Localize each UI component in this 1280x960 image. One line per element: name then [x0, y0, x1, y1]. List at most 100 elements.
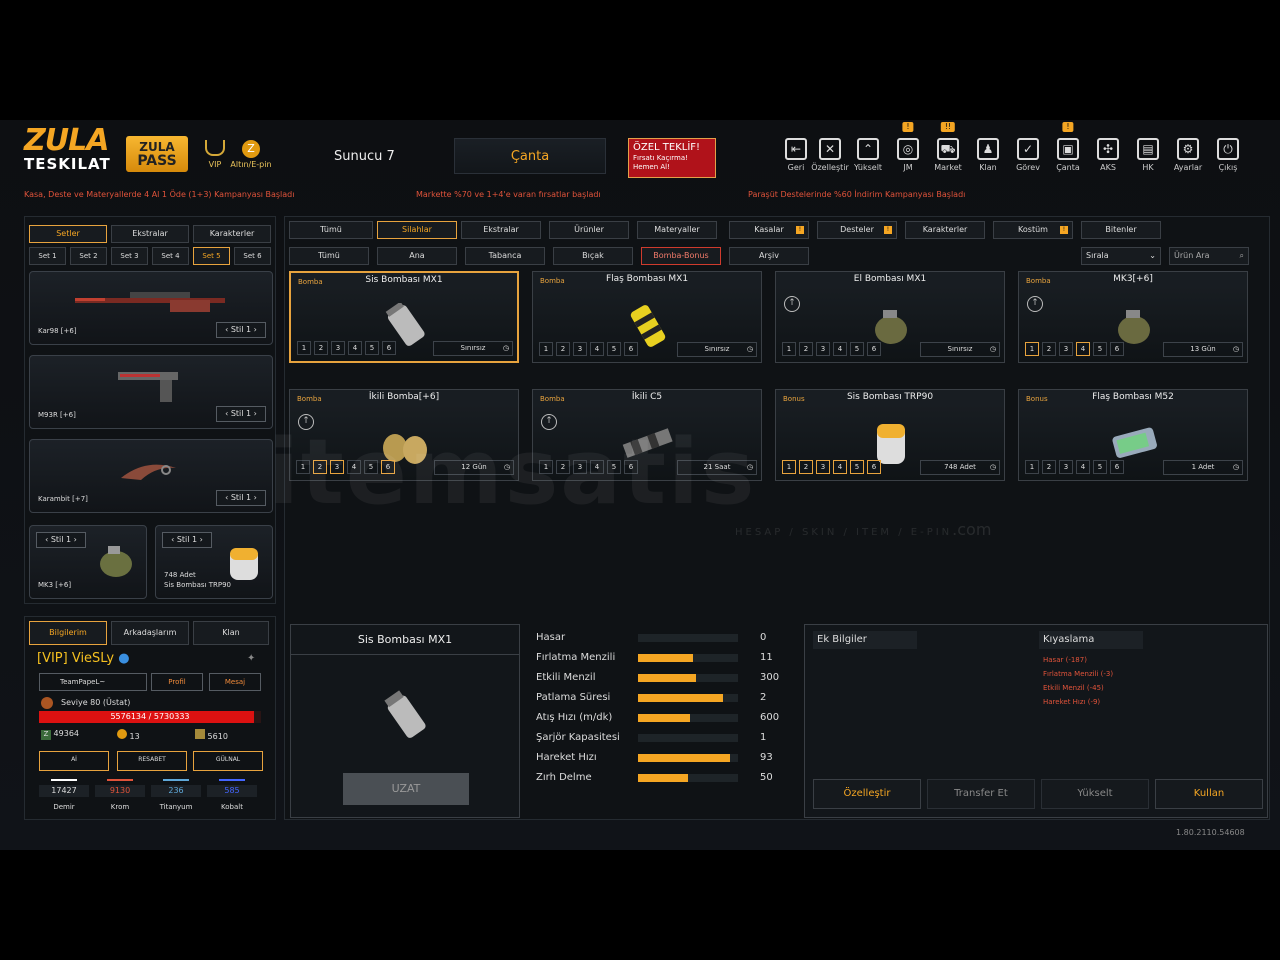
extend-button[interactable]: UZAT — [343, 773, 469, 805]
slot-2[interactable]: 2 — [799, 460, 813, 474]
subfilter-3[interactable]: Bıçak — [553, 247, 633, 265]
tab-setler[interactable]: Setler — [29, 225, 107, 243]
slot-6[interactable]: 6 — [382, 341, 396, 355]
nav-yükselt[interactable]: ⌃ Yükselt — [848, 138, 888, 172]
nav-görev[interactable]: ✓ Görev — [1008, 138, 1048, 172]
item-card[interactable]: Bomba Sis Bombası MX1 1 2 3 4 5 6 Sınırsız ◷ — [289, 271, 519, 363]
slot-1[interactable]: 1 — [782, 342, 796, 356]
nav-çanta[interactable]: ! ▣ Çanta — [1048, 122, 1088, 172]
special-offer-banner[interactable]: ÖZEL TEKLİF! Fırsatı Kaçırma! Hemen Al! — [628, 138, 716, 178]
slot-6[interactable]: 6 — [1110, 342, 1124, 356]
style-selector[interactable]: ‹ Stil 1 › — [216, 406, 266, 422]
set-tab-5[interactable]: Set 5 — [193, 247, 230, 265]
badge-resabet[interactable]: RESABET — [117, 751, 187, 771]
slot-5[interactable]: 5 — [1093, 342, 1107, 356]
filter-desteler[interactable]: Desteler! — [817, 221, 897, 239]
filter-karakterler[interactable]: Karakterler — [905, 221, 985, 239]
slot-2[interactable]: 2 — [1042, 460, 1056, 474]
nav-özelleştir[interactable]: ✕ Özelleştir — [810, 138, 850, 172]
action-1[interactable]: Transfer Et — [927, 779, 1035, 809]
nav-ayarlar[interactable]: ⚙ Ayarlar — [1168, 138, 1208, 172]
tab-arkadaslarim[interactable]: Arkadaşlarım — [111, 621, 189, 645]
slot-2[interactable]: 2 — [1042, 342, 1056, 356]
clan-button[interactable]: TeamPapeL~ — [39, 673, 147, 691]
slot-1[interactable]: 1 — [539, 342, 553, 356]
slot-3[interactable]: 3 — [1059, 460, 1073, 474]
slot-1[interactable]: 1 — [297, 341, 311, 355]
filter-tümü[interactable]: Tümü — [289, 221, 373, 239]
action-2[interactable]: Yükselt — [1041, 779, 1149, 809]
slot-1[interactable]: 1 — [1025, 342, 1039, 356]
badge-ai[interactable]: Aİ — [39, 751, 109, 771]
upgrade-icon[interactable]: ↑ — [784, 296, 800, 312]
slot-6[interactable]: 6 — [1110, 460, 1124, 474]
slot-1[interactable]: 1 — [1025, 460, 1039, 474]
tab-karakterler[interactable]: Karakterler — [193, 225, 271, 243]
upgrade-icon[interactable]: ↑ — [1027, 296, 1043, 312]
action-3[interactable]: Kullan — [1155, 779, 1263, 809]
tab-klan[interactable]: Klan — [193, 621, 269, 645]
zula-pass-button[interactable]: ZULA PASS — [126, 136, 188, 172]
grenade-slot[interactable]: ‹ Stil 1 › MK3 [+6] — [29, 525, 147, 599]
slot-4[interactable]: 4 — [833, 342, 847, 356]
item-card[interactable]: Bomba Flaş Bombası MX1 1 2 3 4 5 6 Sınırsız ◷ — [532, 271, 762, 363]
slot-3[interactable]: 3 — [573, 342, 587, 356]
filter-kasalar[interactable]: Kasalar! — [729, 221, 809, 239]
weapon-slot-pistol[interactable]: M93R [+6] ‹ Stil 1 › — [29, 355, 273, 429]
set-tab-1[interactable]: Set 1 — [29, 247, 66, 265]
altin-button[interactable]: Z Altın/E-pin — [226, 140, 276, 169]
subfilter-1[interactable]: Ana — [377, 247, 457, 265]
set-tab-4[interactable]: Set 4 — [152, 247, 189, 265]
filter-ürünler[interactable]: Ürünler — [549, 221, 629, 239]
slot-4[interactable]: 4 — [833, 460, 847, 474]
filter-kostüm[interactable]: Kostüm! — [993, 221, 1073, 239]
tab-bilgilerim[interactable]: Bilgilerim — [29, 621, 107, 645]
item-card[interactable]: Bomba MK3[+6] ↑ 1 2 3 4 5 6 13 Gün ◷ — [1018, 271, 1248, 363]
filter-materyaller[interactable]: Materyaller — [637, 221, 717, 239]
item-card[interactable]: Bonus Sis Bombası TRP90 1 2 3 4 5 6 748 Adet ◷ — [775, 389, 1005, 481]
nav-aks[interactable]: ✣ AKS — [1088, 138, 1128, 172]
nav-hk[interactable]: ▤ HK — [1128, 138, 1168, 172]
slot-4[interactable]: 4 — [1076, 342, 1090, 356]
filter-silahlar[interactable]: Silahlar — [377, 221, 457, 239]
nav-jm[interactable]: ! ◎ JM — [888, 122, 928, 172]
badge-gulnal[interactable]: GÜLNAL — [193, 751, 263, 771]
slot-5[interactable]: 5 — [850, 460, 864, 474]
sort-select[interactable]: Sırala ⌄ — [1081, 247, 1161, 265]
slot-3[interactable]: 3 — [816, 342, 830, 356]
server-label[interactable]: Sunucu 7 — [334, 149, 395, 164]
nav-klan[interactable]: ♟ Klan — [968, 138, 1008, 172]
profile-button[interactable]: Profil — [151, 673, 203, 691]
slot-6[interactable]: 6 — [867, 342, 881, 356]
style-selector[interactable]: ‹ Stil 1 › — [162, 532, 212, 548]
item-card[interactable]: El Bombası MX1 ↑ 1 2 3 4 5 6 Sınırsız ◷ — [775, 271, 1005, 363]
slot-3[interactable]: 3 — [816, 460, 830, 474]
subfilter-0[interactable]: Tümü — [289, 247, 369, 265]
slot-1[interactable]: 1 — [782, 460, 796, 474]
style-selector[interactable]: ‹ Stil 1 › — [216, 490, 266, 506]
nav-market[interactable]: !! ⛟ Market — [928, 122, 968, 172]
nav-çıkış[interactable]: ⏻ Çıkış — [1208, 138, 1248, 172]
set-tab-3[interactable]: Set 3 — [111, 247, 148, 265]
slot-2[interactable]: 2 — [314, 341, 328, 355]
tactical-slot[interactable]: ‹ Stil 1 › 748 Adet Sis Bombası TRP90 — [155, 525, 273, 599]
slot-3[interactable]: 3 — [1059, 342, 1073, 356]
slot-4[interactable]: 4 — [590, 342, 604, 356]
subfilter-2[interactable]: Tabanca — [465, 247, 545, 265]
style-selector[interactable]: ‹ Stil 1 › — [36, 532, 86, 548]
weapon-slot-primary[interactable]: Kar98 [+6] ‹ Stil 1 › — [29, 271, 273, 345]
message-button[interactable]: Mesaj — [209, 673, 261, 691]
style-selector[interactable]: ‹ Stil 1 › — [216, 322, 266, 338]
filter-ekstralar[interactable]: Ekstralar — [461, 221, 541, 239]
slot-6[interactable]: 6 — [867, 460, 881, 474]
slot-3[interactable]: 3 — [331, 341, 345, 355]
set-tab-6[interactable]: Set 6 — [234, 247, 271, 265]
slot-2[interactable]: 2 — [556, 342, 570, 356]
weapon-slot-knife[interactable]: Karambit [+7] ‹ Stil 1 › — [29, 439, 273, 513]
slot-4[interactable]: 4 — [348, 341, 362, 355]
slot-5[interactable]: 5 — [607, 342, 621, 356]
subfilter-4[interactable]: Bomba-Bonus — [641, 247, 721, 265]
search-input[interactable]: Ürün Ara ⌕ — [1169, 247, 1249, 265]
subfilter-5[interactable]: Arşiv — [729, 247, 809, 265]
set-tab-2[interactable]: Set 2 — [70, 247, 107, 265]
